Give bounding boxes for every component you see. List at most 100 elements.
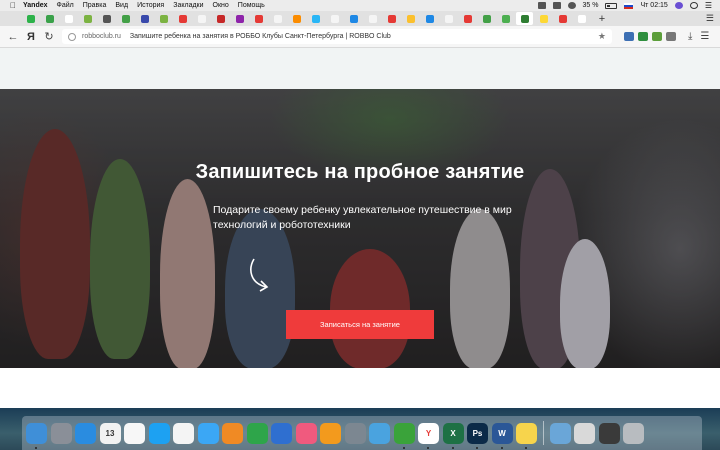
keynote-icon[interactable] <box>271 422 292 444</box>
running-indicator <box>500 446 503 449</box>
menu-window[interactable]: Окно <box>213 2 229 9</box>
screen-mirror-icon[interactable] <box>537 2 546 9</box>
bookmark-star-icon[interactable]: ★ <box>598 31 606 42</box>
tab[interactable] <box>440 12 457 25</box>
tab-favicon-icon <box>140 14 149 23</box>
system-preferences-icon[interactable] <box>344 422 366 444</box>
tab[interactable] <box>41 12 58 25</box>
spotlight-icon[interactable] <box>689 2 698 9</box>
tab[interactable] <box>22 12 39 25</box>
yandex-logo-icon[interactable]: Я <box>22 28 40 46</box>
browser-menu-icon[interactable]: ☰ <box>700 31 709 42</box>
pages-icon[interactable] <box>222 422 243 444</box>
tab[interactable] <box>60 12 77 25</box>
menu-help[interactable]: Помощь <box>238 2 265 9</box>
battery-icon[interactable] <box>605 2 618 9</box>
numbers-icon[interactable] <box>246 422 268 444</box>
tabs-menu-icon[interactable]: ☰ <box>706 13 714 24</box>
status-area: 35 % Чт 02:15 ☰ <box>537 0 712 11</box>
tab[interactable] <box>345 12 362 25</box>
tab[interactable] <box>402 12 419 25</box>
tab[interactable] <box>535 12 552 25</box>
tab[interactable] <box>79 12 96 25</box>
notification-center-icon[interactable]: ☰ <box>705 1 712 10</box>
tab[interactable] <box>383 12 400 25</box>
reload-button[interactable]: ↻ <box>40 28 58 46</box>
messages-icon[interactable] <box>197 422 219 444</box>
tab[interactable] <box>364 12 381 25</box>
tab[interactable] <box>250 12 267 25</box>
tab[interactable] <box>288 12 305 25</box>
tab-favicon-icon <box>425 14 434 23</box>
calendar-label: 13 <box>105 428 115 438</box>
tab-strip: + ☰ <box>0 11 720 26</box>
downloads-icon[interactable]: ⤓ <box>688 31 692 42</box>
site-info-icon[interactable] <box>68 32 76 41</box>
utorrent-icon[interactable] <box>393 422 415 449</box>
trash-icon[interactable] <box>623 422 644 444</box>
extension-calendar-icon[interactable] <box>624 32 634 41</box>
tab[interactable] <box>478 12 495 25</box>
extension-cards-icon[interactable] <box>666 32 676 41</box>
downloads-folder-icon[interactable] <box>549 422 571 444</box>
menu-app-name[interactable]: Yandex <box>23 2 48 9</box>
calendar-icon[interactable]: 13 <box>99 422 121 444</box>
menu-view[interactable]: Вид <box>115 2 128 9</box>
yandex-browser-icon[interactable]: Y <box>418 422 439 449</box>
word-label: W <box>498 428 506 438</box>
screenshots-stack-icon[interactable] <box>598 422 620 444</box>
tab[interactable] <box>554 12 571 25</box>
app-store-icon[interactable] <box>148 422 170 444</box>
tab[interactable] <box>326 12 343 25</box>
tab[interactable] <box>155 12 172 25</box>
finder-icon[interactable] <box>26 422 47 449</box>
input-language-flag-icon[interactable] <box>624 2 634 9</box>
notes-icon[interactable] <box>516 422 537 449</box>
tab[interactable] <box>497 12 514 25</box>
tab[interactable] <box>98 12 115 25</box>
tab[interactable] <box>307 12 324 25</box>
back-button[interactable]: ← <box>4 28 22 46</box>
menu-history[interactable]: История <box>137 2 164 9</box>
extension-evernote-icon[interactable] <box>652 32 662 41</box>
new-tab-button[interactable]: + <box>596 13 608 25</box>
tab[interactable] <box>231 12 248 25</box>
tab-active[interactable] <box>516 12 533 25</box>
menu-bookmarks[interactable]: Закладки <box>173 2 203 9</box>
tab[interactable] <box>212 12 229 25</box>
itunes-icon[interactable] <box>295 422 317 444</box>
tab[interactable] <box>136 12 153 25</box>
tab[interactable] <box>421 12 438 25</box>
safari-icon[interactable] <box>75 422 96 444</box>
testflight-icon[interactable] <box>369 422 390 444</box>
hero-section: Запишитесь на пробное занятие Подарите с… <box>0 89 720 368</box>
word-icon[interactable]: W <box>491 422 513 449</box>
menu-clock[interactable]: Чт 02:15 <box>640 2 667 9</box>
wifi-icon[interactable] <box>567 2 576 9</box>
tab-favicon-icon <box>387 14 396 23</box>
tab[interactable] <box>459 12 476 25</box>
menu-edit[interactable]: Правка <box>83 2 107 9</box>
photos-icon[interactable] <box>173 422 194 444</box>
address-page-title: Запишите ребенка на занятия в РОББО Клуб… <box>129 33 391 40</box>
menu-file[interactable]: Файл <box>57 2 74 9</box>
tab[interactable] <box>269 12 286 25</box>
documents-stack-icon[interactable] <box>574 422 595 444</box>
ibooks-icon[interactable] <box>320 422 341 444</box>
tab[interactable] <box>193 12 210 25</box>
tab[interactable] <box>174 12 191 25</box>
photoshop-icon[interactable]: Ps <box>467 422 488 449</box>
running-indicator <box>476 446 478 449</box>
tab[interactable] <box>573 12 590 25</box>
reminders-icon[interactable] <box>124 422 145 444</box>
tab[interactable] <box>117 12 134 25</box>
extension-translate-icon[interactable] <box>638 32 648 41</box>
apple-menu-icon[interactable]:  <box>10 1 18 10</box>
hero-title: Запишитесь на пробное занятие <box>195 161 525 183</box>
signup-trial-button[interactable]: Записаться на занятие <box>286 310 434 339</box>
speaker-icon[interactable] <box>552 2 561 9</box>
launchpad-icon[interactable] <box>50 422 72 444</box>
siri-icon[interactable] <box>674 2 683 9</box>
excel-icon[interactable]: X <box>442 422 464 449</box>
address-bar[interactable]: robboclub.ru Запишите ребенка на занятия… <box>62 29 612 44</box>
